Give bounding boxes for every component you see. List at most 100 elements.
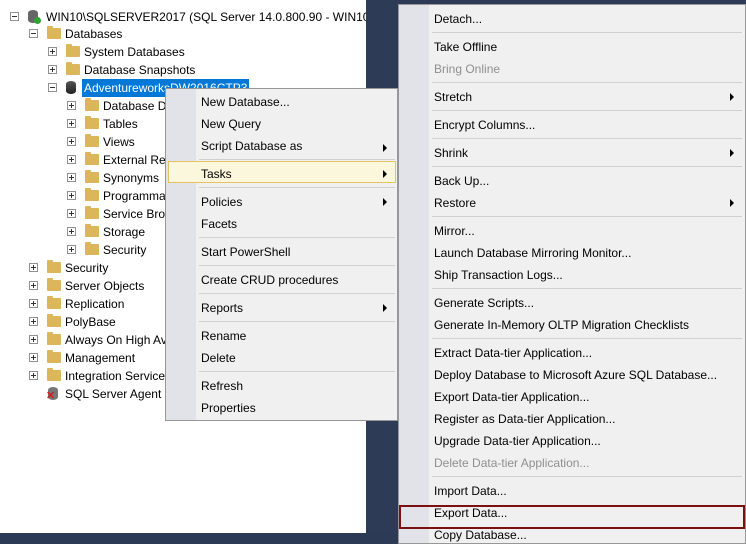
menu-separator: [199, 237, 395, 238]
menu-item-start-powershell[interactable]: Start PowerShell: [201, 241, 290, 263]
menu-item-policies[interactable]: Policies: [201, 191, 242, 213]
expand-icon[interactable]: [29, 299, 38, 308]
menu-item-generate-oltp-checklists[interactable]: Generate In-Memory OLTP Migration Checkl…: [434, 314, 689, 336]
tree-node-label: Integration Services: [65, 369, 172, 383]
expand-icon[interactable]: [67, 245, 76, 254]
expand-icon[interactable]: [67, 173, 76, 182]
menu-item-detach[interactable]: Detach...: [434, 8, 482, 30]
tree-node-server[interactable]: WIN10\SQLSERVER2017 (SQL Server 14.0.800…: [0, 8, 366, 26]
menu-item-encrypt-columns[interactable]: Encrypt Columns...: [434, 114, 535, 136]
menu-item-reports[interactable]: Reports: [201, 297, 243, 319]
submenu-arrow-icon: [730, 93, 734, 101]
tree-node-label: Security: [65, 261, 109, 275]
tree-node-label: Synonyms: [103, 171, 160, 185]
database-icon: [66, 81, 76, 94]
folder-icon: [85, 224, 99, 237]
submenu-arrow-icon: [383, 144, 387, 152]
expand-icon[interactable]: [29, 263, 38, 272]
menu-item-delete[interactable]: Delete: [201, 347, 236, 369]
menu-gutter: [166, 89, 196, 420]
collapse-icon[interactable]: [10, 12, 19, 21]
tree-node-database-snapshots[interactable]: Database Snapshots: [0, 61, 366, 79]
collapse-icon[interactable]: [48, 83, 57, 92]
menu-separator: [199, 371, 395, 372]
tree-node-label: Views: [103, 135, 135, 149]
expand-icon[interactable]: [29, 281, 38, 290]
menu-item-rename[interactable]: Rename: [201, 325, 246, 347]
folder-icon: [85, 188, 99, 201]
tree-node-label: Tables: [103, 117, 138, 131]
submenu-arrow-icon: [730, 199, 734, 207]
expand-icon[interactable]: [67, 191, 76, 200]
menu-separator: [432, 338, 742, 339]
expand-icon[interactable]: [67, 209, 76, 218]
menu-separator: [432, 82, 742, 83]
expand-icon[interactable]: [67, 137, 76, 146]
tree-node-label: Storage: [103, 225, 146, 239]
submenu-arrow-icon: [383, 198, 387, 206]
folder-icon: [47, 296, 61, 309]
expand-icon[interactable]: [29, 371, 38, 380]
expand-icon[interactable]: [67, 101, 76, 110]
menu-item-new-query[interactable]: New Query: [201, 113, 261, 135]
expand-icon[interactable]: [48, 47, 57, 56]
tree-node-system-databases[interactable]: System Databases: [0, 43, 366, 61]
expand-icon[interactable]: [48, 65, 57, 74]
tasks-submenu: Detach... Take Offline Bring Online Stre…: [398, 4, 746, 544]
menu-item-generate-scripts[interactable]: Generate Scripts...: [434, 292, 534, 314]
menu-item-export-data[interactable]: Export Data...: [434, 502, 507, 524]
menu-item-mirror[interactable]: Mirror...: [434, 220, 475, 242]
folder-icon: [85, 152, 99, 165]
expand-icon[interactable]: [67, 119, 76, 128]
folder-icon: [85, 134, 99, 147]
folder-icon: [47, 26, 61, 39]
expand-icon[interactable]: [29, 317, 38, 326]
folder-icon: [85, 98, 99, 111]
folder-icon: [47, 350, 61, 363]
menu-item-back-up[interactable]: Back Up...: [434, 170, 489, 192]
tree-node-label: Always On High Av: [65, 333, 167, 347]
folder-icon: [66, 44, 80, 57]
menu-item-take-offline[interactable]: Take Offline: [434, 36, 497, 58]
menu-item-extract-data-tier[interactable]: Extract Data-tier Application...: [434, 342, 592, 364]
tree-node-label: PolyBase: [65, 315, 116, 329]
menu-separator: [432, 32, 742, 33]
menu-item-new-database[interactable]: New Database...: [201, 91, 290, 113]
context-menu: New Database... New Query Script Databas…: [165, 88, 398, 421]
server-icon: [27, 10, 41, 24]
submenu-arrow-icon: [730, 149, 734, 157]
folder-icon: [85, 242, 99, 255]
menu-item-copy-database[interactable]: Copy Database...: [434, 524, 527, 543]
collapse-icon[interactable]: [29, 29, 38, 38]
menu-item-register-data-tier[interactable]: Register as Data-tier Application...: [434, 408, 615, 430]
expand-icon[interactable]: [67, 155, 76, 164]
menu-item-restore[interactable]: Restore: [434, 192, 476, 214]
expand-icon[interactable]: [29, 335, 38, 344]
tree-node-label: System Databases: [84, 45, 185, 59]
expand-icon[interactable]: [29, 353, 38, 362]
menu-item-ship-transaction-logs[interactable]: Ship Transaction Logs...: [434, 264, 563, 286]
menu-item-refresh[interactable]: Refresh: [201, 375, 243, 397]
menu-item-deploy-to-azure[interactable]: Deploy Database to Microsoft Azure SQL D…: [434, 364, 717, 386]
menu-item-import-data[interactable]: Import Data...: [434, 480, 507, 502]
menu-item-launch-mirroring-monitor[interactable]: Launch Database Mirroring Monitor...: [434, 242, 631, 264]
menu-separator: [432, 216, 742, 217]
menu-separator: [199, 159, 395, 160]
tree-node-databases[interactable]: Databases: [0, 25, 366, 43]
folder-icon: [66, 62, 80, 75]
menu-item-upgrade-data-tier[interactable]: Upgrade Data-tier Application...: [434, 430, 601, 452]
tree-node-label: Replication: [65, 297, 125, 311]
folder-icon: [47, 278, 61, 291]
menu-item-stretch[interactable]: Stretch: [434, 86, 472, 108]
menu-item-delete-data-tier: Delete Data-tier Application...: [434, 456, 590, 470]
menu-item-tasks[interactable]: Tasks: [201, 163, 232, 185]
menu-item-script-database-as[interactable]: Script Database as: [201, 135, 302, 157]
menu-item-properties[interactable]: Properties: [201, 397, 256, 419]
menu-item-facets[interactable]: Facets: [201, 213, 237, 235]
menu-item-create-crud-procedures[interactable]: Create CRUD procedures: [201, 269, 338, 291]
tree-node-label: Databases: [65, 27, 123, 41]
menu-item-export-data-tier[interactable]: Export Data-tier Application...: [434, 386, 589, 408]
expand-icon[interactable]: [67, 227, 76, 236]
menu-item-shrink[interactable]: Shrink: [434, 142, 468, 164]
submenu-arrow-icon: [383, 304, 387, 312]
